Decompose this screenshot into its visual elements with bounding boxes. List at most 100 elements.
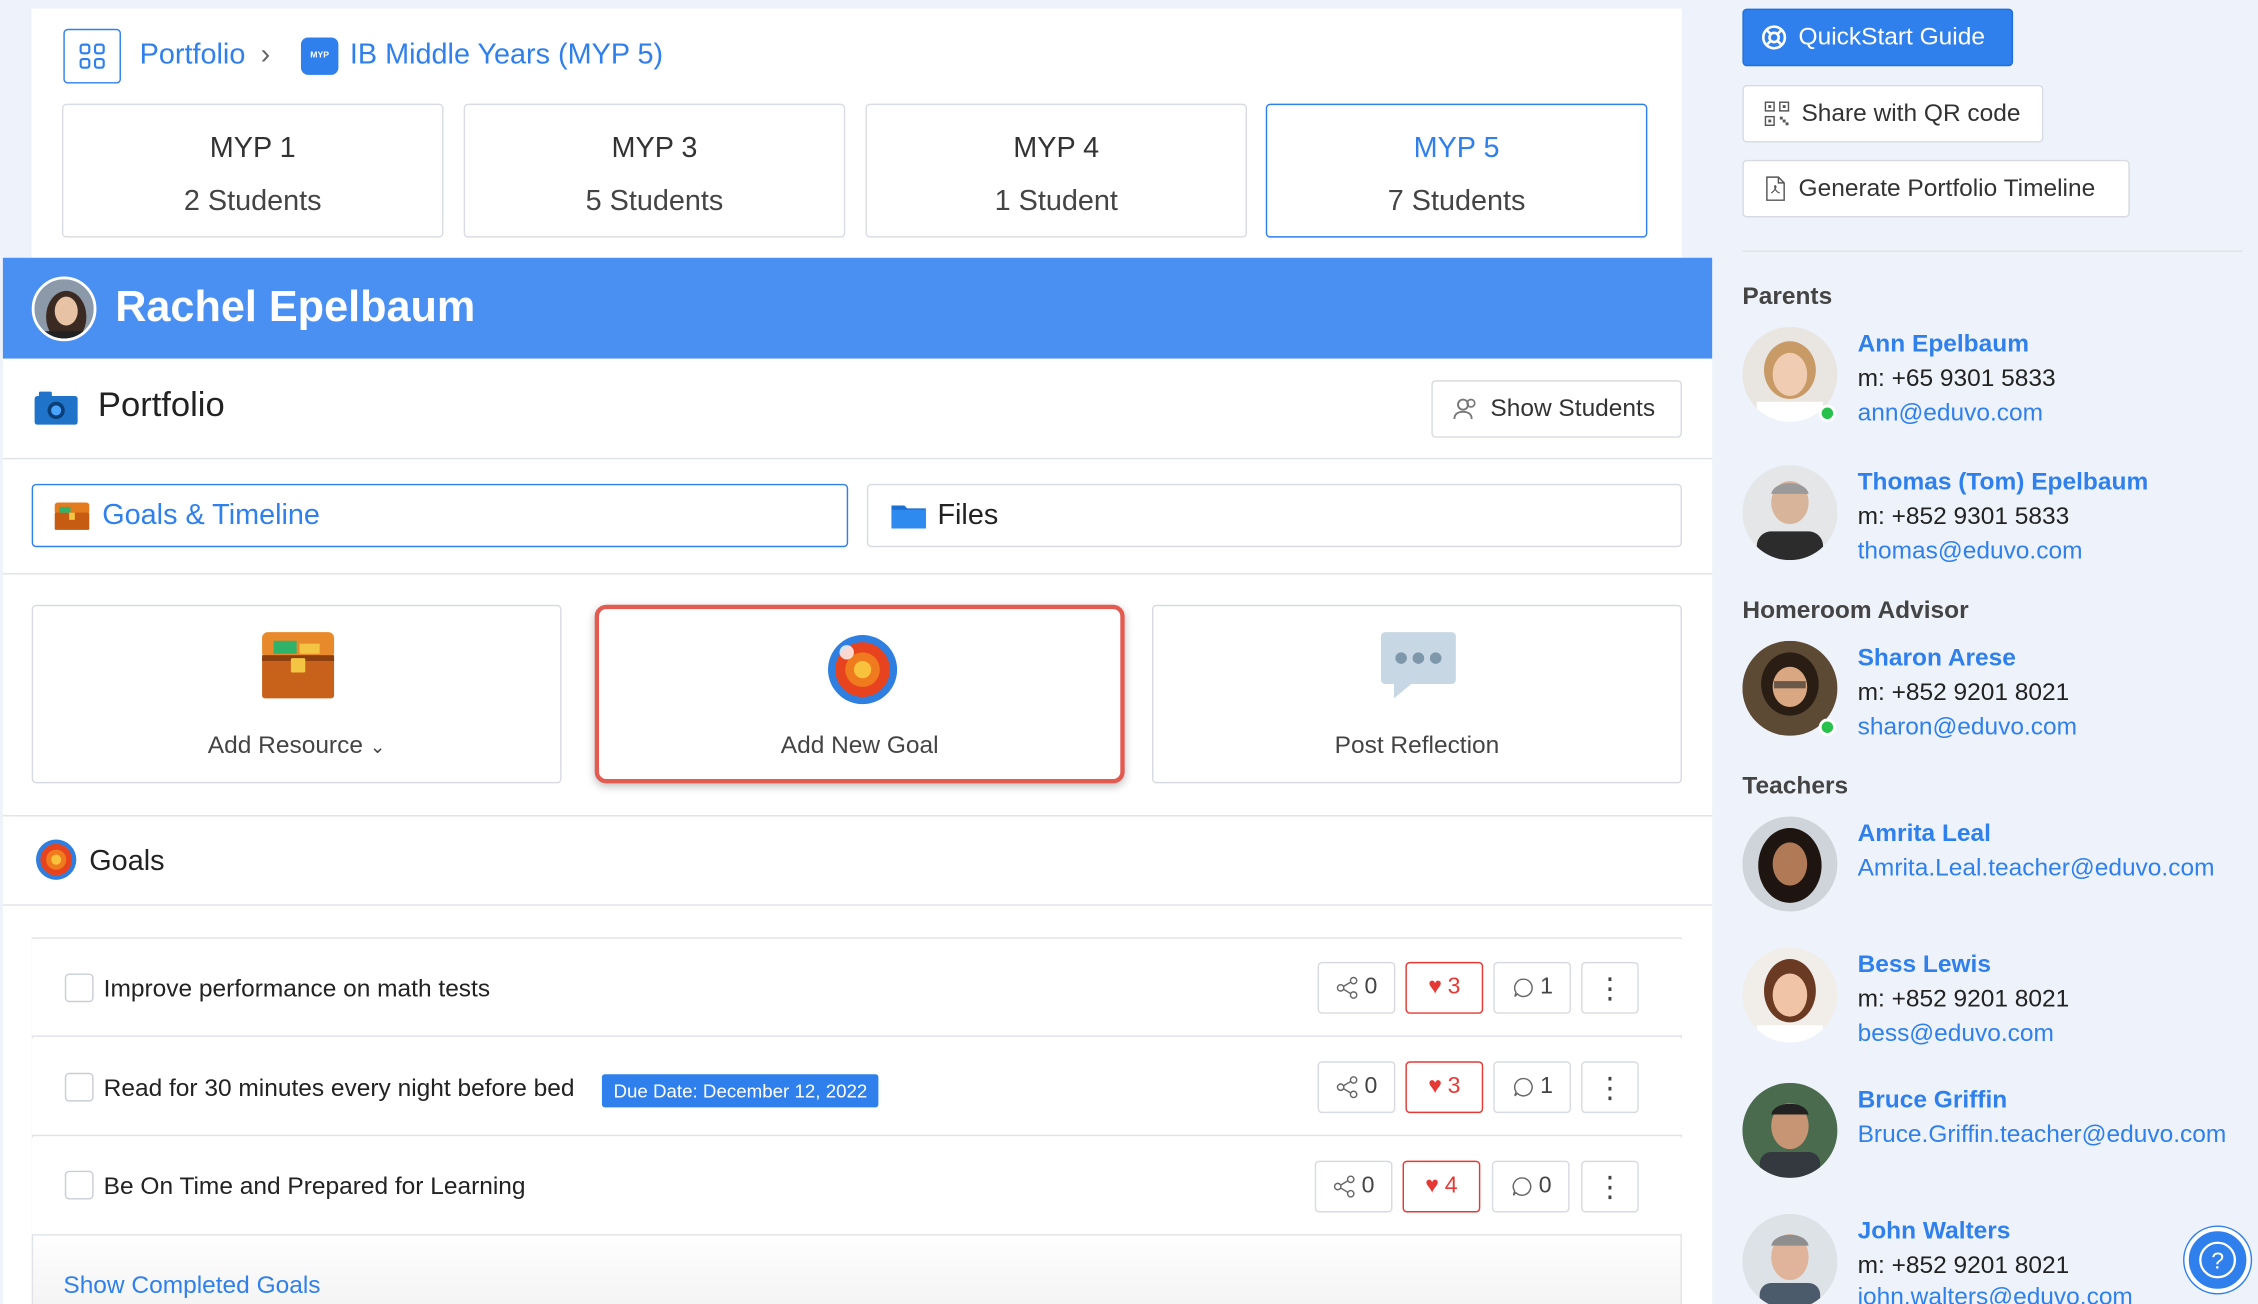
comment-icon — [1511, 1177, 1531, 1196]
help-icon-glyph: ? — [2211, 1248, 2224, 1274]
more-options-button[interactable]: ⋮ — [1581, 1160, 1639, 1213]
share-count-button[interactable]: 0 — [1314, 1160, 1393, 1213]
like-count: 4 — [1444, 1173, 1458, 1199]
contact-name[interactable]: John Walters — [1858, 1217, 2011, 1246]
show-students-label: Show Students — [1490, 394, 1656, 422]
contact-name[interactable]: Bess Lewis — [1858, 950, 1991, 979]
comment-count: 0 — [1538, 1173, 1552, 1199]
parents-section-label: Parents — [1742, 282, 1833, 310]
goal-checkbox[interactable] — [64, 1072, 94, 1102]
tab-files[interactable]: Files — [866, 483, 1682, 548]
contact-phone: m: +852 9201 8021 — [1857, 678, 2070, 706]
like-count: 3 — [1447, 1074, 1461, 1099]
homeroom-section-label: Homeroom Advisor — [1742, 596, 1969, 624]
more-options-button[interactable]: ⋮ — [1581, 1061, 1639, 1114]
divider — [1742, 250, 2243, 253]
share-icon — [1333, 1175, 1354, 1198]
year-card-label: MYP 3 — [611, 132, 698, 165]
treasure-chest-icon — [54, 502, 90, 530]
lifebuoy-icon — [1761, 25, 1787, 50]
share-qr-button[interactable]: Share with QR code — [1742, 84, 2044, 143]
goal-text[interactable]: Improve performance on math tests — [104, 975, 490, 1004]
contact-email[interactable]: bess@eduvo.com — [1858, 1020, 2054, 1049]
contact-email[interactable]: ann@eduvo.com — [1858, 399, 2043, 428]
contact-name[interactable]: Ann Epelbaum — [1858, 330, 2029, 359]
comment-count: 1 — [1540, 974, 1553, 1000]
generate-timeline-button[interactable]: Generate Portfolio Timeline — [1742, 159, 2130, 218]
year-card-count: 7 Students — [1387, 185, 1526, 218]
folder-icon — [891, 505, 926, 529]
heart-icon: ♥ — [1428, 974, 1442, 1000]
comment-count-button[interactable]: 0 — [1491, 1160, 1570, 1213]
contact-email[interactable]: john.walters@eduvo.com — [1858, 1283, 2133, 1304]
year-card-count: 1 Student — [994, 185, 1118, 218]
like-count: 3 — [1447, 974, 1461, 1000]
contact-phone: m: +852 9301 5833 — [1857, 502, 2070, 530]
goal-text[interactable]: Be On Time and Prepared for Learning — [104, 1172, 526, 1201]
contact-name[interactable]: Sharon Arese — [1858, 644, 2016, 673]
breadcrumb-class[interactable]: IB Middle Years (MYP 5) — [350, 39, 663, 72]
contact-email[interactable]: thomas@eduvo.com — [1858, 537, 2083, 566]
add-resource-button[interactable]: Add Resource ⌄ — [31, 604, 562, 784]
contact-name[interactable]: Thomas (Tom) Epelbaum — [1858, 468, 2149, 497]
teachers-section-label: Teachers — [1742, 771, 1849, 800]
year-card-myp1[interactable]: MYP 1 2 Students — [61, 103, 444, 238]
tab-goals-timeline[interactable]: Goals & Timeline — [31, 483, 849, 548]
share-count: 0 — [1364, 974, 1378, 1000]
breadcrumb-portfolio[interactable]: Portfolio — [140, 39, 246, 72]
chevron-down-icon: ⌄ — [369, 735, 386, 758]
post-reflection-button[interactable]: Post Reflection — [1152, 604, 1682, 784]
contact-email[interactable]: sharon@eduvo.com — [1858, 713, 2077, 742]
quickstart-guide-button[interactable]: QuickStart Guide — [1742, 8, 2014, 67]
share-count-button[interactable]: 0 — [1317, 961, 1396, 1014]
like-count-button[interactable]: ♥ 3 — [1405, 1061, 1484, 1114]
treasure-chest-icon — [262, 632, 335, 699]
contact-name[interactable]: Bruce Griffin — [1858, 1086, 2008, 1115]
goal-text[interactable]: Read for 30 minutes every night before b… — [104, 1074, 575, 1103]
kebab-menu-icon: ⋮ — [1595, 1171, 1625, 1204]
portfolio-title: Portfolio — [97, 385, 225, 425]
share-count: 0 — [1364, 1074, 1378, 1099]
share-count-button[interactable]: 0 — [1317, 1061, 1396, 1114]
pdf-file-icon — [1766, 176, 1785, 201]
year-card-myp3[interactable]: MYP 3 5 Students — [463, 103, 846, 238]
year-card-label: MYP 1 — [209, 132, 296, 165]
contact-email[interactable]: Bruce.Griffin.teacher@eduvo.com — [1858, 1120, 2227, 1149]
contact-name[interactable]: Amrita Leal — [1858, 819, 1991, 848]
online-status-dot — [1818, 718, 1837, 736]
comment-count-button[interactable]: 1 — [1493, 1061, 1572, 1114]
heart-icon: ♥ — [1428, 1074, 1442, 1099]
year-card-myp4[interactable]: MYP 4 1 Student — [865, 103, 1248, 238]
contact-phone: m: +852 9201 8021 — [1857, 984, 2070, 1013]
kebab-menu-icon: ⋮ — [1595, 972, 1625, 1005]
users-icon — [1453, 398, 1476, 420]
help-button[interactable]: ? — [2184, 1226, 2251, 1294]
year-card-label: MYP 4 — [1013, 132, 1100, 165]
tab-goals-label: Goals & Timeline — [102, 498, 320, 531]
student-name: Rachel Epelbaum — [115, 283, 476, 332]
year-card-label: MYP 5 — [1413, 132, 1500, 165]
more-options-button[interactable]: ⋮ — [1581, 961, 1639, 1014]
contact-email[interactable]: Amrita.Leal.teacher@eduvo.com — [1858, 854, 2215, 883]
like-count-button[interactable]: ♥ 3 — [1405, 961, 1484, 1014]
goals-title: Goals — [89, 845, 165, 877]
comment-icon — [1513, 1077, 1533, 1097]
quickstart-label: QuickStart Guide — [1798, 23, 1985, 51]
show-students-button[interactable]: Show Students — [1431, 380, 1682, 438]
comment-count-button[interactable]: 1 — [1493, 961, 1572, 1014]
avatar — [1742, 1213, 1838, 1304]
kebab-menu-icon: ⋮ — [1595, 1072, 1625, 1104]
goal-checkbox[interactable] — [64, 973, 94, 1003]
add-new-goal-button[interactable]: Add New Goal — [594, 604, 1125, 784]
year-card-count: 2 Students — [183, 185, 322, 218]
goal-checkbox[interactable] — [64, 1170, 94, 1200]
add-new-goal-label: Add New Goal — [780, 731, 939, 759]
show-completed-goals-link[interactable]: Show Completed Goals — [63, 1272, 320, 1301]
myp-badge-text: MYP — [310, 51, 330, 61]
target-goal-icon — [828, 635, 898, 705]
like-count-button[interactable]: ♥ 4 — [1402, 1160, 1481, 1213]
year-card-myp5[interactable]: MYP 5 7 Students — [1265, 103, 1648, 238]
divider — [2, 457, 1713, 460]
qr-code-icon — [1764, 101, 1790, 127]
apps-grid-button[interactable] — [63, 28, 121, 84]
